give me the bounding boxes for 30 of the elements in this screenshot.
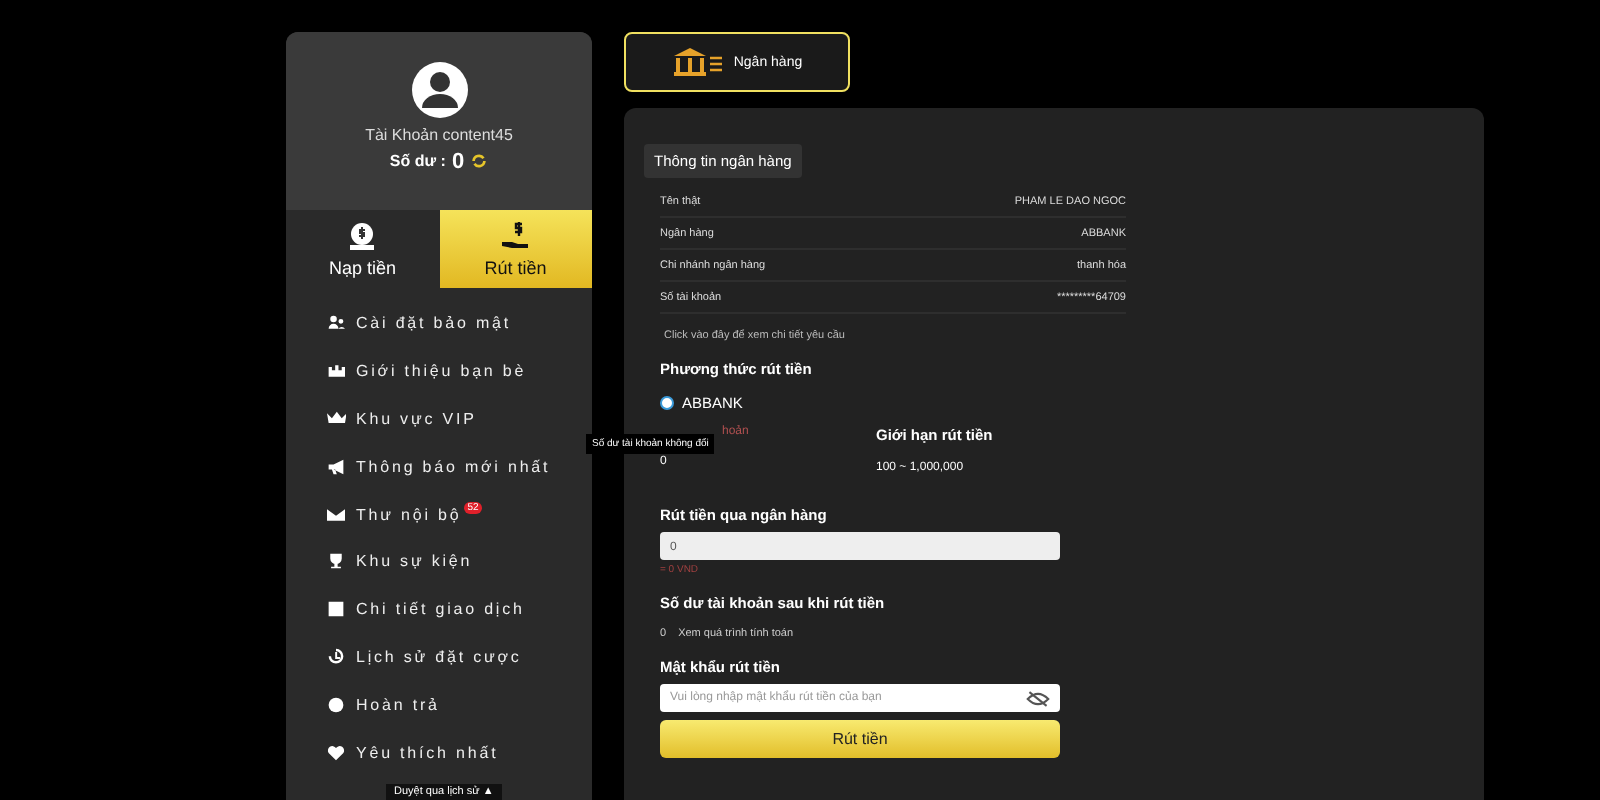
menu-item[interactable]: Khu sự kiện (356, 552, 473, 571)
menu-item[interactable]: Khu vực VIP (356, 410, 477, 429)
heart-icon (326, 743, 346, 762)
eye-slash-icon[interactable] (1026, 690, 1050, 708)
radio-button[interactable] (660, 396, 674, 410)
coin-tray-icon (346, 219, 379, 252)
menu-item[interactable]: Thông báo mới nhất (356, 457, 551, 476)
refresh-icon[interactable] (470, 152, 489, 171)
menu-item[interactable]: Chi tiết giao dịch (356, 600, 525, 619)
envelope-icon (326, 505, 346, 524)
menu-item[interactable]: Hoàn trả (356, 695, 440, 714)
menu-item[interactable]: Cài đặt bảo mật (356, 314, 511, 333)
people-icon (326, 314, 346, 333)
hand-coin-icon (499, 219, 532, 252)
menu-item[interactable]: Lịch sử đặt cược (356, 648, 522, 666)
username: Tài Khoản content45 (365, 125, 513, 144)
menu-item[interactable]: Yêu thích nhất (356, 743, 499, 762)
withdraw-button[interactable]: Rút tiền (660, 720, 1060, 758)
action-tab[interactable]: Rút tiền (439, 209, 592, 289)
castle-icon (326, 362, 346, 381)
crown-icon (326, 410, 346, 429)
balance-value: 0 (451, 149, 465, 174)
megaphone-icon (326, 457, 346, 476)
menu-item[interactable]: Thư nội bộ (356, 505, 462, 524)
balance-label: Số dư : (389, 152, 446, 171)
user-avatar-icon (409, 59, 469, 120)
bank-icon (671, 46, 724, 78)
trophy-icon (326, 552, 346, 571)
menu-item[interactable]: Giới thiệu bạn bè (356, 362, 527, 381)
clock-icon (326, 648, 346, 666)
